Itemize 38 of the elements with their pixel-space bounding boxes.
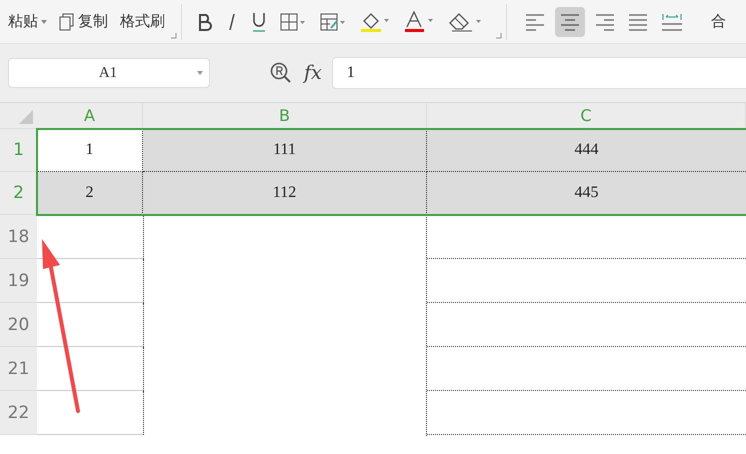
align-lines-icon <box>525 12 547 32</box>
align-lines-icon <box>593 12 615 32</box>
table-cell[interactable]: 445 <box>427 172 746 215</box>
table-cell[interactable]: 444 <box>427 129 746 172</box>
copy-button[interactable]: 复制 <box>57 12 110 31</box>
triangle-icon <box>19 110 33 124</box>
row-header[interactable]: 19 <box>0 259 37 303</box>
row-header[interactable]: 20 <box>0 303 37 347</box>
copy-icon <box>59 12 75 30</box>
align-lines-icon <box>627 12 649 32</box>
search-icon[interactable] <box>270 62 292 84</box>
table-cell[interactable]: 2 <box>37 172 143 215</box>
table-cell[interactable]: 111 <box>143 129 427 172</box>
bold-icon[interactable] <box>198 12 212 30</box>
font-color-icon[interactable] <box>404 10 434 32</box>
row-header[interactable]: 22 <box>0 391 37 435</box>
merge-label[interactable]: 合 <box>711 12 726 31</box>
borders-icon[interactable] <box>280 12 306 30</box>
fill-color-icon[interactable] <box>360 10 390 32</box>
format-painter-button[interactable]: 格式刷 <box>118 12 167 31</box>
align-lines-icon <box>661 12 683 32</box>
align-lines-icon <box>559 12 581 32</box>
dialog-launcher-icon[interactable] <box>171 33 177 39</box>
name-box[interactable]: A1 <box>8 58 210 88</box>
caret-icon <box>197 71 203 75</box>
caret-icon <box>41 20 47 24</box>
paste-button[interactable]: 粘贴 <box>6 12 49 31</box>
underline-icon[interactable] <box>252 12 266 32</box>
align-center-button[interactable] <box>555 6 585 36</box>
dialog-launcher-icon[interactable] <box>496 33 502 39</box>
table-cell[interactable]: 112 <box>143 172 427 215</box>
row-header[interactable]: 18 <box>0 215 37 259</box>
table-style-icon[interactable] <box>320 12 346 30</box>
row-header[interactable]: 21 <box>0 347 37 391</box>
formula-input[interactable]: 1 <box>332 57 746 89</box>
fx-button[interactable]: fx <box>304 62 322 84</box>
table-cell[interactable]: 1 <box>37 129 143 172</box>
eraser-icon[interactable] <box>448 12 482 32</box>
